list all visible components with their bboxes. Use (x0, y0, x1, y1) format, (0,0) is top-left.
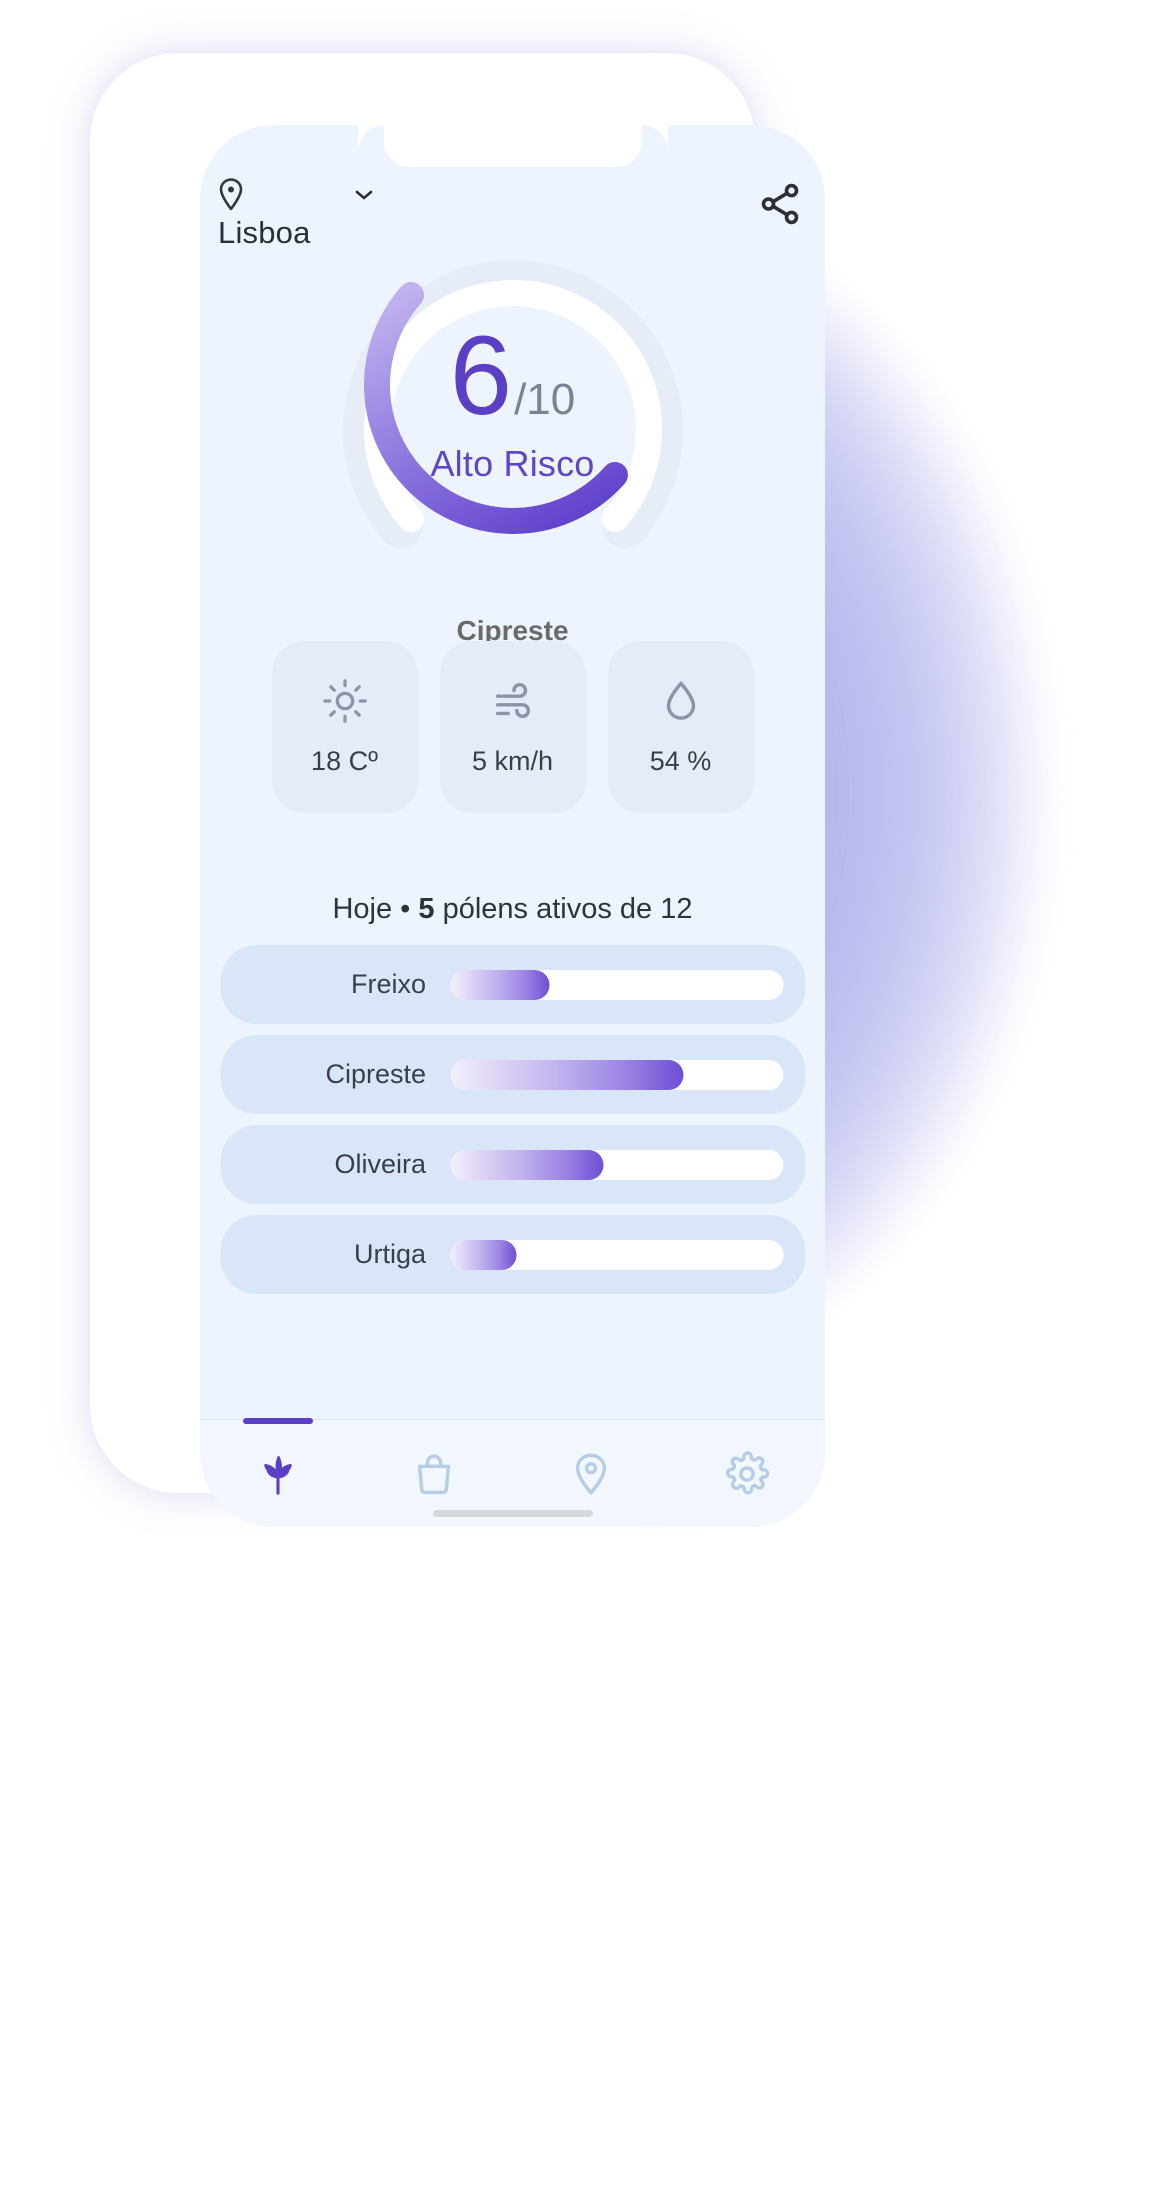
stat-card-temperature[interactable]: 18 Cº (271, 641, 418, 813)
today-summary: Hoje • 5 pólens ativos de 12 (200, 893, 825, 926)
shopping-bag-icon (411, 1451, 457, 1497)
pollen-level-track (450, 1239, 783, 1270)
pollen-level-track (450, 1149, 783, 1180)
pollen-name: Urtiga (353, 1239, 426, 1269)
phone-screen: Lisboa 6 /10 Alto Risco Cipreste 18 Cº 5… (200, 125, 825, 1527)
gauge-score-value: 6 (449, 313, 512, 438)
stat-value-temperature: 18 Cº (311, 745, 378, 776)
today-suffix: pólens ativos de 12 (434, 893, 693, 925)
wind-icon (490, 678, 536, 724)
pollen-list: Freixo Cipreste Oliveira Urtiga (220, 945, 805, 1294)
map-pin-icon (568, 1451, 614, 1497)
pollen-level-fill (450, 1059, 684, 1090)
screenshot-stage: Lisboa 6 /10 Alto Risco Cipreste 18 Cº 5… (0, 0, 1175, 2204)
location-name: Lisboa (218, 215, 311, 250)
location-selector[interactable]: Lisboa (216, 177, 374, 251)
stat-value-humidity: 54 % (649, 745, 712, 776)
stat-value-wind: 5 km/h (471, 745, 554, 776)
pollen-name: Oliveira (334, 1149, 426, 1179)
pollen-level-fill (450, 1149, 604, 1180)
pollen-name: Freixo (350, 969, 426, 999)
risk-level-label: Alto Risco (430, 443, 595, 485)
pollen-row[interactable]: Freixo (220, 945, 805, 1024)
today-active-count: 5 (418, 893, 435, 925)
phone-frame: Lisboa 6 /10 Alto Risco Cipreste 18 Cº 5… (90, 53, 825, 1527)
gauge-center-readout: 6 /10 Alto Risco (313, 313, 713, 485)
stat-card-humidity[interactable]: 54 % (607, 641, 754, 813)
pollen-row[interactable]: Oliveira (220, 1125, 805, 1204)
notch-ear-right (641, 125, 668, 151)
pollen-level-fill (450, 969, 550, 1000)
share-button[interactable] (757, 181, 803, 227)
device-notch (383, 125, 642, 167)
map-pin-icon (216, 177, 246, 211)
nav-active-indicator (243, 1418, 314, 1424)
pollen-name: Cipreste (325, 1059, 426, 1089)
notch-ear-left (357, 125, 384, 151)
today-prefix: Hoje • (332, 893, 419, 925)
pollen-row[interactable]: Cipreste (220, 1035, 805, 1114)
gauge-score-max: /10 (514, 375, 576, 424)
gear-icon (724, 1450, 770, 1497)
pollen-level-track (450, 1059, 783, 1090)
pollen-level-track (450, 969, 783, 1000)
sun-icon (322, 678, 368, 724)
gauge-score-row: 6 /10 (313, 313, 713, 438)
pollen-row[interactable]: Urtiga (220, 1215, 805, 1294)
stat-card-wind[interactable]: 5 km/h (439, 641, 586, 813)
nav-item-settings[interactable] (669, 1420, 825, 1527)
pollen-plant-icon (255, 1451, 301, 1497)
weather-stats: 18 Cº 5 km/h 54 % (271, 641, 754, 813)
nav-item-pollen[interactable] (200, 1418, 356, 1527)
location-row (216, 177, 374, 211)
pollen-level-fill (450, 1239, 517, 1270)
home-indicator (432, 1510, 593, 1517)
top-bar: Lisboa (200, 171, 825, 287)
chevron-down-icon[interactable] (354, 188, 374, 201)
humidity-drop-icon (658, 678, 704, 724)
